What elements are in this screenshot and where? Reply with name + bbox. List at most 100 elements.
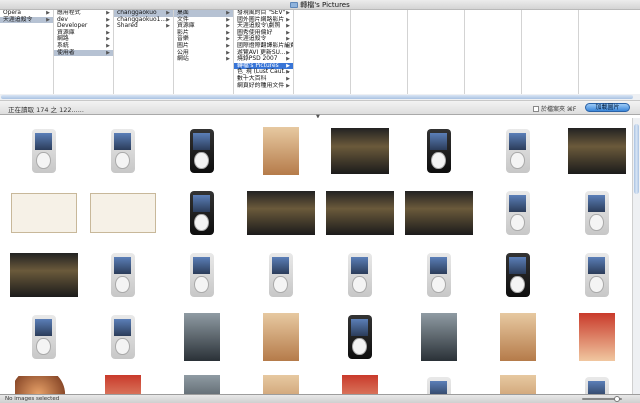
image-thumbnail[interactable] xyxy=(347,315,372,359)
browser-item[interactable]: 網路 ▶ xyxy=(54,36,113,43)
browser-item[interactable]: 應用程式 ▶ xyxy=(54,10,113,17)
image-thumbnail[interactable] xyxy=(499,375,536,394)
image-thumbnail[interactable] xyxy=(268,253,293,297)
browser-item[interactable]: 天涯追殺令 ▶ xyxy=(234,36,293,43)
browser-item[interactable]: Developer ▶ xyxy=(54,23,113,30)
disclosure-arrow-icon: ▶ xyxy=(106,10,110,16)
image-thumbnail[interactable] xyxy=(10,193,77,233)
ipod-screen xyxy=(588,256,605,275)
ipod-screen xyxy=(509,256,526,275)
import-button[interactable]: 加載圖片 xyxy=(585,103,630,112)
checkbox-label: 於檔案夾 ⌘F xyxy=(541,106,577,113)
image-thumbnail[interactable] xyxy=(404,191,473,235)
disclosure-arrow-icon: ▶ xyxy=(286,56,290,63)
browser-item[interactable]: 燒錄PSD 2007 ▶ xyxy=(234,56,293,63)
browser-item[interactable]: dev ▶ xyxy=(54,17,113,24)
image-thumbnail[interactable] xyxy=(505,253,530,297)
browser-column-empty-3 xyxy=(408,10,465,94)
browser-column-empty-6 xyxy=(579,10,640,94)
image-thumbnail[interactable] xyxy=(189,191,214,235)
image-thumbnail[interactable] xyxy=(246,191,315,235)
browser-item[interactable]: 系統 ▶ xyxy=(54,43,113,50)
scroll-thumb[interactable] xyxy=(1,95,633,99)
browser-item[interactable]: changgaokuo ▶ xyxy=(114,10,173,17)
image-thumbnail[interactable] xyxy=(89,193,156,233)
browser-item[interactable]: changgaokuo1... ▶ xyxy=(114,17,173,24)
scroll-thumb[interactable] xyxy=(634,124,639,194)
image-thumbnail[interactable] xyxy=(505,129,530,173)
disclosure-arrow-icon: ▶ xyxy=(226,36,230,43)
image-thumbnail[interactable] xyxy=(426,129,451,173)
ipod-screen xyxy=(114,132,131,151)
image-thumbnail[interactable] xyxy=(262,313,299,361)
image-thumbnail[interactable] xyxy=(110,129,135,173)
click-wheel xyxy=(510,213,525,232)
image-thumbnail[interactable] xyxy=(110,253,135,297)
disclosure-arrow-icon: ▶ xyxy=(166,16,170,23)
browser-item-label: 應用程式 xyxy=(57,10,81,16)
click-wheel xyxy=(510,275,525,294)
image-thumbnail[interactable] xyxy=(183,313,220,361)
grid-vertical-scrollbar[interactable] xyxy=(632,118,640,394)
browser-item[interactable]: 數十大百科 ▶ xyxy=(234,76,293,83)
subfolder-checkbox[interactable]: 於檔案夾 ⌘F xyxy=(533,104,576,113)
browser-item-label: 資源庫 xyxy=(57,29,75,36)
click-wheel xyxy=(194,151,209,170)
ipod-screen xyxy=(35,318,52,337)
image-thumbnail[interactable] xyxy=(31,129,56,173)
disclosure-arrow-icon: ▶ xyxy=(166,10,170,16)
disclosure-arrow-icon: ▶ xyxy=(286,49,290,56)
disclosure-arrow-icon: ▶ xyxy=(106,42,110,49)
image-thumbnail[interactable] xyxy=(499,313,536,361)
browser-item[interactable]: 音樂 ▶ xyxy=(174,36,233,43)
browser-item-label: 網頁好的種用文件 xyxy=(237,82,285,89)
image-thumbnail[interactable] xyxy=(426,377,451,394)
browser-item[interactable]: 色_現 (Lust Caut... ▶ xyxy=(234,69,293,76)
image-thumbnail[interactable] xyxy=(262,375,299,394)
browser-item[interactable]: Opera ▶ xyxy=(0,10,53,17)
image-thumbnail[interactable] xyxy=(189,253,214,297)
image-thumbnail[interactable] xyxy=(584,253,609,297)
browser-item[interactable]: 國際燈際翻譯影片組費 ▶ xyxy=(234,43,293,50)
image-thumbnail[interactable] xyxy=(567,128,626,174)
image-thumbnail[interactable] xyxy=(505,191,530,235)
image-thumbnail[interactable] xyxy=(9,253,78,297)
browser-column-1: Opera ▶ 天涯追殺令 ▶ xyxy=(0,10,54,94)
image-thumbnail[interactable] xyxy=(104,375,141,394)
image-thumbnail[interactable] xyxy=(183,375,220,394)
image-thumbnail[interactable] xyxy=(31,315,56,359)
browser-item[interactable]: 桌面 ▶ xyxy=(174,10,233,17)
image-thumbnail[interactable] xyxy=(426,253,451,297)
browser-item[interactable]: 網站 ▶ xyxy=(174,56,233,63)
image-thumbnail[interactable] xyxy=(330,128,389,174)
image-thumbnail[interactable] xyxy=(325,191,394,235)
checkbox-box[interactable] xyxy=(533,106,539,112)
image-thumbnail[interactable] xyxy=(578,313,615,361)
browser-item[interactable]: 發現風的目 "SEV" ▶ xyxy=(234,10,293,17)
browser-item[interactable]: Shared ▶ xyxy=(114,23,173,30)
ipod-screen xyxy=(588,380,605,394)
image-thumbnail[interactable] xyxy=(262,127,299,175)
browser-item-label: 數十大百科 xyxy=(237,75,267,82)
zoom-slider-knob[interactable] xyxy=(614,396,620,402)
browser-item[interactable]: 使用者 ▶ xyxy=(54,49,113,57)
browser-item[interactable]: 網頁好的種用文件 ▶ xyxy=(234,83,293,90)
disclosure-arrow-icon: ▶ xyxy=(106,36,110,43)
image-thumbnail[interactable] xyxy=(189,129,214,173)
browser-item[interactable]: 圖片 ▶ xyxy=(174,43,233,50)
image-thumbnail[interactable] xyxy=(110,315,135,359)
browser-item[interactable]: 資源庫 ▶ xyxy=(174,23,233,30)
image-thumbnail[interactable] xyxy=(347,253,372,297)
image-thumbnail[interactable] xyxy=(341,375,378,394)
image-thumbnail[interactable] xyxy=(420,313,457,361)
browser-horizontal-scrollbar[interactable] xyxy=(0,94,640,101)
image-thumbnail[interactable] xyxy=(584,377,609,394)
browser-column-5: 發現風的目 "SEV" ▶ 國外圖片網路影片 ▶ 天涯追殺令\劇照 ▶ 圖秀使用偏好 ▶ 天涯追… xyxy=(234,10,294,94)
image-thumbnail[interactable] xyxy=(14,376,73,394)
click-wheel xyxy=(36,151,51,170)
browser-item-label: 圖片 xyxy=(177,42,189,49)
image-thumbnail[interactable] xyxy=(584,191,609,235)
browser-item[interactable]: 天涯追殺令 ▶ xyxy=(0,16,53,24)
browser-item[interactable]: 天涯追殺令\劇照 ▶ xyxy=(234,23,293,30)
image-grid xyxy=(0,118,632,394)
